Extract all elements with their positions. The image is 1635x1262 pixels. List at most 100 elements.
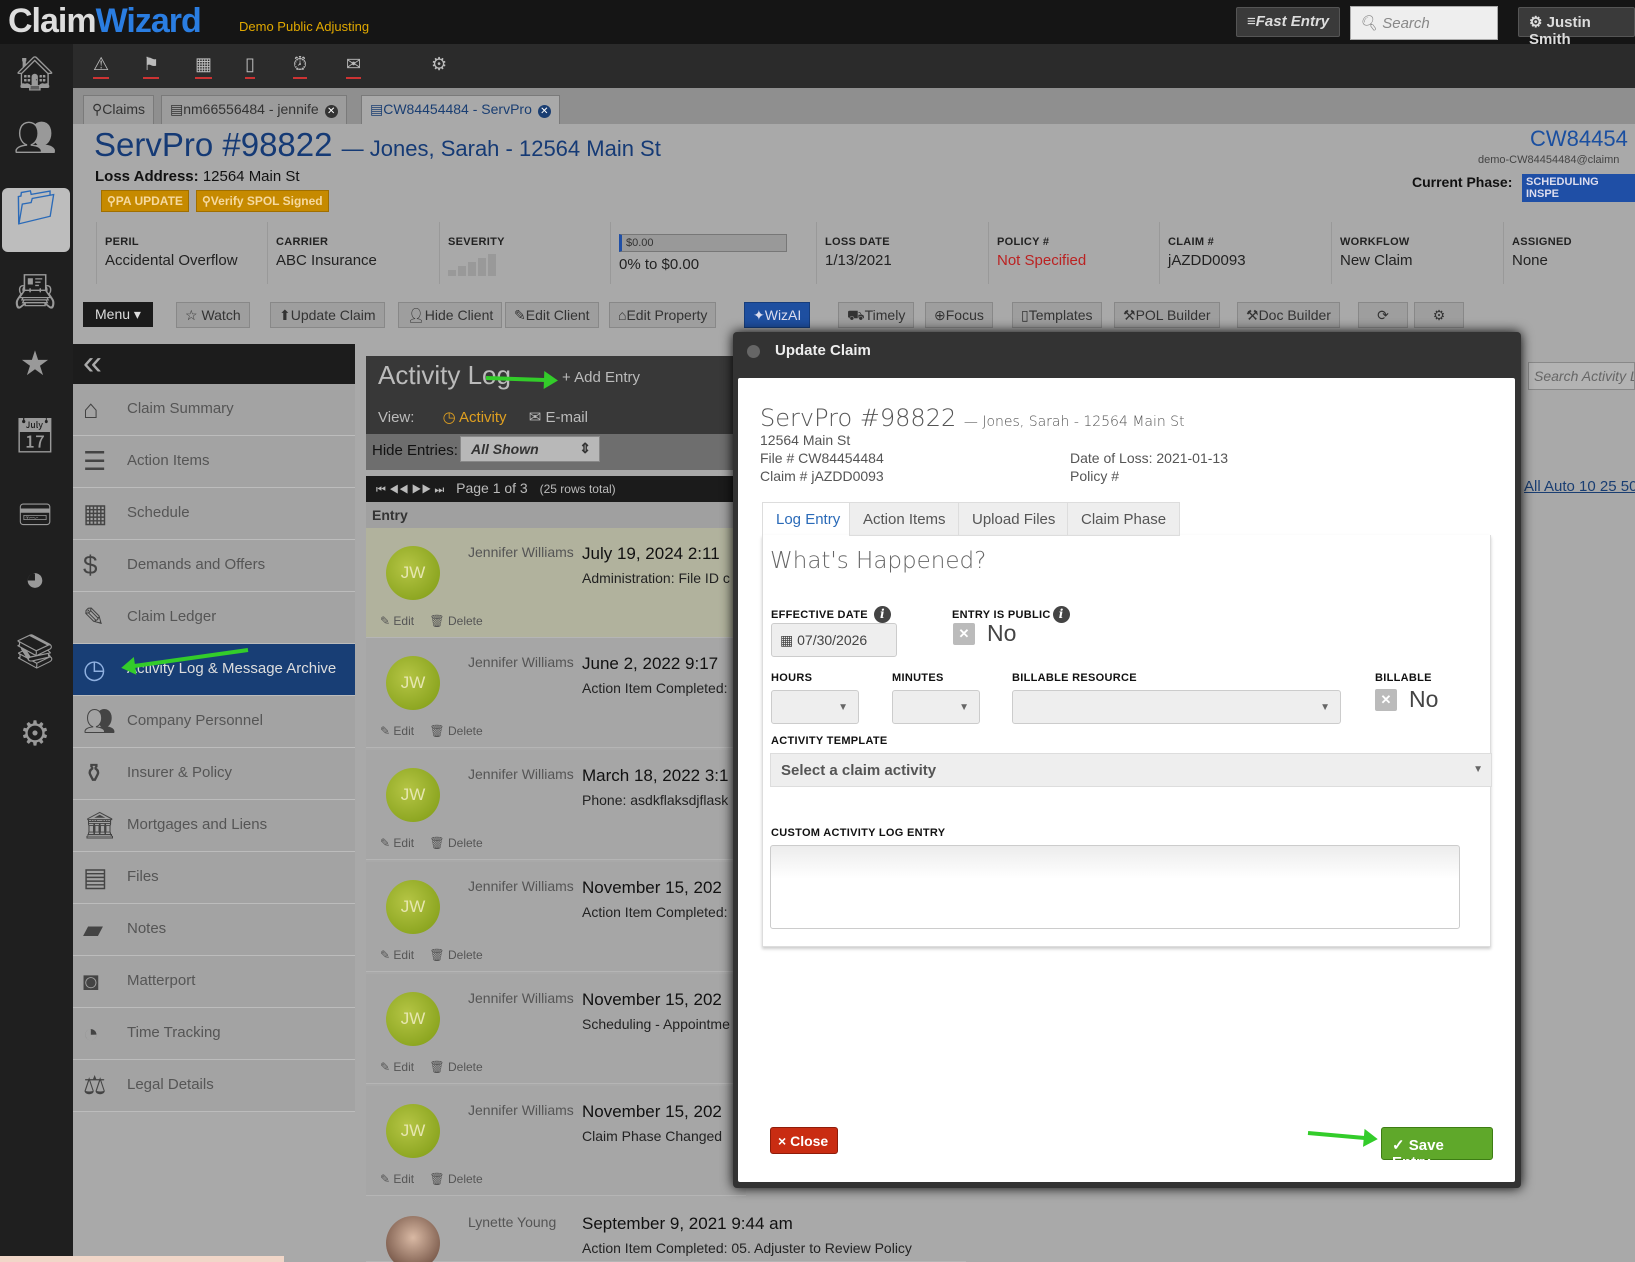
- alarm-icon[interactable]: ⏰︎: [293, 54, 308, 79]
- view-email-toggle[interactable]: ✉ E-mail: [529, 409, 588, 426]
- gears-icon[interactable]: ⚙: [5, 714, 65, 770]
- info-icon[interactable]: i: [1052, 606, 1070, 623]
- gear-icon[interactable]: ⚙: [431, 54, 447, 77]
- sidebar-item-matterport[interactable]: ◙ Matterport: [73, 956, 355, 1008]
- delete-link[interactable]: 🗑︎ Delete: [429, 836, 482, 850]
- menu-button[interactable]: Menu ▾: [83, 302, 153, 327]
- close-button[interactable]: × Close: [770, 1127, 838, 1154]
- watch-button[interactable]: ☆ Watch: [176, 302, 250, 328]
- sidebar-item-notes[interactable]: ▰ Notes: [73, 904, 355, 956]
- hide-client-button[interactable]: 👤︎Hide Client: [398, 302, 503, 328]
- calendar-icon[interactable]: ▦: [195, 54, 213, 79]
- close-icon[interactable]: ✕: [324, 105, 338, 118]
- claim-email[interactable]: demo-CW84454484@claimn: [1478, 154, 1619, 166]
- delete-link[interactable]: 🗑︎ Delete: [429, 1172, 482, 1186]
- view-activity-toggle[interactable]: ◷ Activity: [443, 409, 507, 426]
- refresh-button[interactable]: ⟳: [1358, 302, 1408, 328]
- home-icon[interactable]: 🏠︎: [5, 54, 65, 110]
- edit-link[interactable]: ✎ Edit: [380, 614, 414, 628]
- sidebar-item-time-tracking[interactable]: ◔ Time Tracking: [73, 1008, 355, 1060]
- books-icon[interactable]: 📚︎: [5, 632, 65, 688]
- verify-spol-badge[interactable]: ⚲Verify SPOL Signed: [196, 190, 329, 212]
- hours-select[interactable]: ▼: [771, 690, 859, 724]
- delete-link[interactable]: 🗑︎ Delete: [429, 724, 482, 738]
- effective-date-input[interactable]: ▦ 07/30/2026: [771, 623, 897, 657]
- focus-button[interactable]: ⊕Focus: [925, 302, 993, 328]
- pin-icon: ⚲: [107, 194, 116, 208]
- tab-file-jennife[interactable]: ▤nm66556484 - jennife ✕: [161, 95, 347, 124]
- tab-file-servpro[interactable]: ▤CW84454484 - ServPro ✕: [361, 95, 560, 124]
- loss-address: Loss Address: 12564 Main St: [95, 168, 300, 185]
- close-icon[interactable]: ✕: [537, 105, 551, 118]
- billable-toggle[interactable]: ✕: [1375, 689, 1397, 711]
- save-entry-button[interactable]: ✓ Save Entry: [1381, 1127, 1493, 1171]
- search-activity-input[interactable]: Search Activity L: [1528, 362, 1635, 390]
- add-entry-button[interactable]: + Add Entry: [562, 369, 640, 386]
- edit-link[interactable]: ✎ Edit: [380, 1060, 414, 1074]
- warning-icon[interactable]: ⚠: [93, 54, 110, 79]
- edit-link[interactable]: ✎ Edit: [380, 724, 414, 738]
- delete-link[interactable]: 🗑︎ Delete: [429, 948, 482, 962]
- delete-link[interactable]: 🗑︎ Delete: [429, 1060, 482, 1074]
- document-icon[interactable]: ▯: [245, 54, 255, 79]
- cogs-icon: ⚙: [1432, 307, 1446, 323]
- sidebar-collapse-button[interactable]: «: [73, 344, 355, 388]
- app-logo[interactable]: ClaimWizard: [8, 2, 202, 41]
- tab-action-items[interactable]: Action Items: [849, 502, 960, 536]
- calendar-icon: ▦: [780, 632, 794, 648]
- tab-claims[interactable]: ⚲Claims: [83, 95, 155, 124]
- sidebar-item-mortgages-liens[interactable]: 🏛︎ Mortgages and Liens: [73, 800, 355, 852]
- pager-nav-icons[interactable]: ⏮ ◀◀ ▶▶ ⏭: [376, 484, 444, 496]
- sidebar-item-legal-details[interactable]: ⚖ Legal Details: [73, 1060, 355, 1112]
- sidebar-item-insurer-policy[interactable]: ⚱ Insurer & Policy: [73, 748, 355, 800]
- settings-button[interactable]: ⚙: [1414, 302, 1464, 328]
- edit-link[interactable]: ✎ Edit: [380, 1172, 414, 1186]
- activity-template-select[interactable]: Select a claim activity ▼: [770, 753, 1492, 787]
- avatar: JW: [386, 546, 440, 600]
- tab-log-entry[interactable]: Log Entry: [762, 502, 855, 536]
- timely-button[interactable]: ⛟Timely: [838, 302, 915, 328]
- flag-icon[interactable]: ⚑: [143, 54, 160, 79]
- edit-link[interactable]: ✎ Edit: [380, 948, 414, 962]
- star-icon[interactable]: ★: [5, 344, 65, 400]
- custom-entry-textarea[interactable]: [770, 845, 1460, 929]
- folder-icon[interactable]: 📁︎: [2, 188, 70, 252]
- fast-entry-button[interactable]: ≡Fast Entry: [1236, 7, 1341, 37]
- modal-claim-number: Claim # jAZDD0093: [760, 468, 884, 484]
- card-icon[interactable]: 💳︎: [5, 498, 65, 554]
- hide-entries-select[interactable]: All Shown ⇕: [460, 436, 600, 462]
- people-icon[interactable]: 👥︎: [5, 118, 65, 174]
- doc-builder-button[interactable]: ⚒Doc Builder: [1237, 302, 1340, 328]
- minutes-select[interactable]: ▼: [892, 690, 980, 724]
- delete-link[interactable]: 🗑︎ Delete: [429, 614, 482, 628]
- sidebar-item-action-items[interactable]: ☰ Action Items: [73, 436, 355, 488]
- update-claim-button[interactable]: ⬆Update Claim: [270, 302, 385, 328]
- page-size-links[interactable]: All Auto 10 25 50: [1524, 478, 1635, 495]
- sidebar-item-schedule[interactable]: ▦ Schedule: [73, 488, 355, 540]
- mail-icon[interactable]: ✉: [346, 54, 362, 79]
- edit-client-button[interactable]: ✎Edit Client: [505, 302, 599, 328]
- wizai-button[interactable]: ✦WizAI: [744, 302, 811, 328]
- billable-resource-select[interactable]: ▼: [1012, 690, 1341, 724]
- tab-upload-files[interactable]: Upload Files: [958, 502, 1070, 536]
- pa-update-badge[interactable]: ⚲PA UPDATE: [101, 190, 189, 212]
- gear-icon: ⚙: [1529, 14, 1543, 31]
- sidebar-item-files[interactable]: ▤ Files: [73, 852, 355, 904]
- pager: ⏮ ◀◀ ▶▶ ⏭ Page 1 of 3 (25 rows total): [366, 476, 746, 502]
- user-menu[interactable]: ⚙ Justin Smith: [1518, 7, 1635, 48]
- tab-claim-phase[interactable]: Claim Phase: [1067, 502, 1181, 536]
- templates-button[interactable]: ▯Templates: [1012, 302, 1102, 328]
- pol-builder-button[interactable]: ⚒POL Builder: [1114, 302, 1220, 328]
- contacts-icon[interactable]: 📇︎: [5, 272, 65, 328]
- calendar-icon[interactable]: 📅︎: [5, 416, 65, 472]
- edit-link[interactable]: ✎ Edit: [380, 836, 414, 850]
- entry-public-toggle[interactable]: ✕: [953, 623, 975, 645]
- info-icon[interactable]: i: [873, 606, 891, 623]
- sidebar-item-demands-offers[interactable]: $ Demands and Offers: [73, 540, 355, 592]
- edit-property-button[interactable]: ⌂Edit Property: [609, 302, 717, 328]
- sidebar-item-claim-summary[interactable]: ⌂ Claim Summary: [73, 384, 355, 436]
- pie-chart-icon[interactable]: ◕: [5, 560, 65, 616]
- global-search-input[interactable]: 🔍︎ Search: [1350, 6, 1498, 40]
- sidebar-item-claim-ledger[interactable]: ✎ Claim Ledger: [73, 592, 355, 644]
- sidebar-item-company-personnel[interactable]: 👥︎ Company Personnel: [73, 696, 355, 748]
